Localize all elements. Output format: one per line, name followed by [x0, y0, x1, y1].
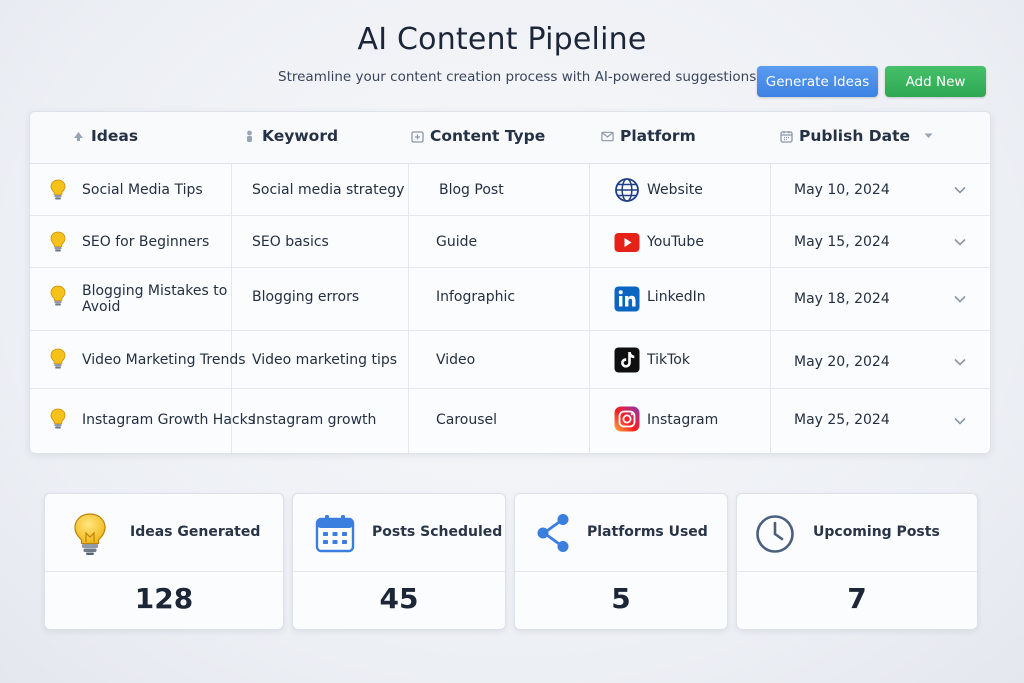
stat-label: Platforms Used [587, 524, 708, 540]
table-row[interactable]: Instagram Growth Hacks Instagram growth … [30, 389, 990, 453]
column-header-keyword[interactable]: Keyword [243, 127, 338, 145]
content-table: Ideas Keyword Content Type Platform Publ… [29, 111, 991, 454]
idea-title: SEO for Beginners [82, 234, 210, 250]
pin-icon [243, 130, 256, 143]
column-header-publish-date[interactable]: Publish Date [780, 127, 935, 145]
table-row[interactable]: Social Media Tips Social media strategy … [30, 164, 990, 216]
keyword: SEO basics [252, 234, 329, 250]
globe-icon [615, 178, 639, 202]
clock-icon [756, 515, 794, 553]
idea-title: Social Media Tips [82, 182, 203, 198]
column-header-platform[interactable]: Platform [601, 127, 696, 145]
chevron-down-icon[interactable] [953, 237, 967, 247]
stat-card-platforms-used: Platforms Used 5 [514, 493, 728, 630]
stat-label: Posts Scheduled [372, 524, 503, 540]
content-type: Carousel [436, 412, 498, 428]
content-type: Infographic [436, 289, 516, 305]
idea-title: Blogging Mistakes to Avoid [82, 283, 228, 315]
column-header-ideas[interactable]: Ideas [72, 127, 138, 145]
platform-name: YouTube [647, 234, 704, 250]
content-type-icon [411, 130, 424, 143]
instagram-icon [614, 406, 640, 432]
platform-name: Website [647, 182, 703, 198]
idea-title: Video Marketing Trends [82, 352, 246, 368]
stat-card-posts-scheduled: Posts Scheduled 45 [292, 493, 506, 630]
share-icon [537, 514, 569, 552]
platform-name: LinkedIn [647, 289, 706, 305]
page-subtitle: Streamline your content creation process… [278, 69, 761, 85]
platform-name: TikTok [647, 352, 690, 368]
lightbulb-icon [50, 231, 66, 252]
publish-date: May 25, 2024 [794, 412, 890, 428]
publish-date: May 15, 2024 [794, 234, 890, 250]
stat-value: 7 [847, 582, 867, 615]
content-type: Blog Post [439, 182, 504, 198]
lightbulb-icon [50, 285, 66, 306]
content-type: Video [436, 352, 476, 368]
sort-up-icon [72, 130, 85, 143]
chevron-down-icon[interactable] [953, 185, 967, 195]
stat-card-ideas-generated: Ideas Generated 128 [44, 493, 284, 630]
publish-date: May 20, 2024 [794, 354, 890, 370]
publish-date: May 10, 2024 [794, 182, 890, 198]
chevron-down-icon[interactable] [953, 416, 967, 426]
chevron-down-icon[interactable] [953, 357, 967, 367]
keyword: Instagram growth [252, 412, 377, 428]
platform-name: Instagram [647, 412, 719, 428]
youtube-icon [614, 233, 640, 252]
tiktok-icon [614, 347, 640, 373]
stat-label: Upcoming Posts [813, 524, 940, 540]
stat-value: 5 [611, 582, 631, 615]
calendar-small-icon [780, 130, 793, 143]
calendar-icon [315, 515, 355, 553]
lightbulb-icon [50, 179, 66, 200]
publish-date: May 18, 2024 [794, 291, 890, 307]
table-row[interactable]: Blogging Mistakes to Avoid Blogging erro… [30, 268, 990, 331]
stat-card-upcoming-posts: Upcoming Posts 7 [736, 493, 978, 630]
lightbulb-icon [74, 513, 106, 555]
linkedin-icon [614, 286, 640, 312]
add-new-button[interactable]: Add New [885, 66, 986, 97]
stat-value: 45 [379, 582, 419, 615]
stat-label: Ideas Generated [130, 524, 261, 540]
page-title: AI Content Pipeline [357, 22, 647, 57]
generate-ideas-button[interactable]: Generate Ideas [757, 66, 878, 97]
mail-icon [601, 130, 614, 143]
content-type: Guide [436, 234, 478, 250]
idea-title: Instagram Growth Hacks [82, 412, 256, 428]
keyword: Social media strategy [252, 182, 405, 198]
table-header: Ideas Keyword Content Type Platform Publ… [30, 112, 990, 164]
chevron-down-icon[interactable] [953, 294, 967, 304]
lightbulb-icon [50, 408, 66, 429]
keyword: Video marketing tips [252, 352, 398, 368]
lightbulb-icon [50, 348, 66, 369]
stat-value: 128 [134, 582, 194, 615]
table-row[interactable]: SEO for Beginners SEO basics Guide YouTu… [30, 216, 990, 268]
table-row[interactable]: Video Marketing Trends Video marketing t… [30, 331, 990, 389]
column-header-content-type[interactable]: Content Type [411, 127, 545, 145]
keyword: Blogging errors [252, 289, 360, 305]
sort-dropdown-icon[interactable] [922, 130, 935, 143]
